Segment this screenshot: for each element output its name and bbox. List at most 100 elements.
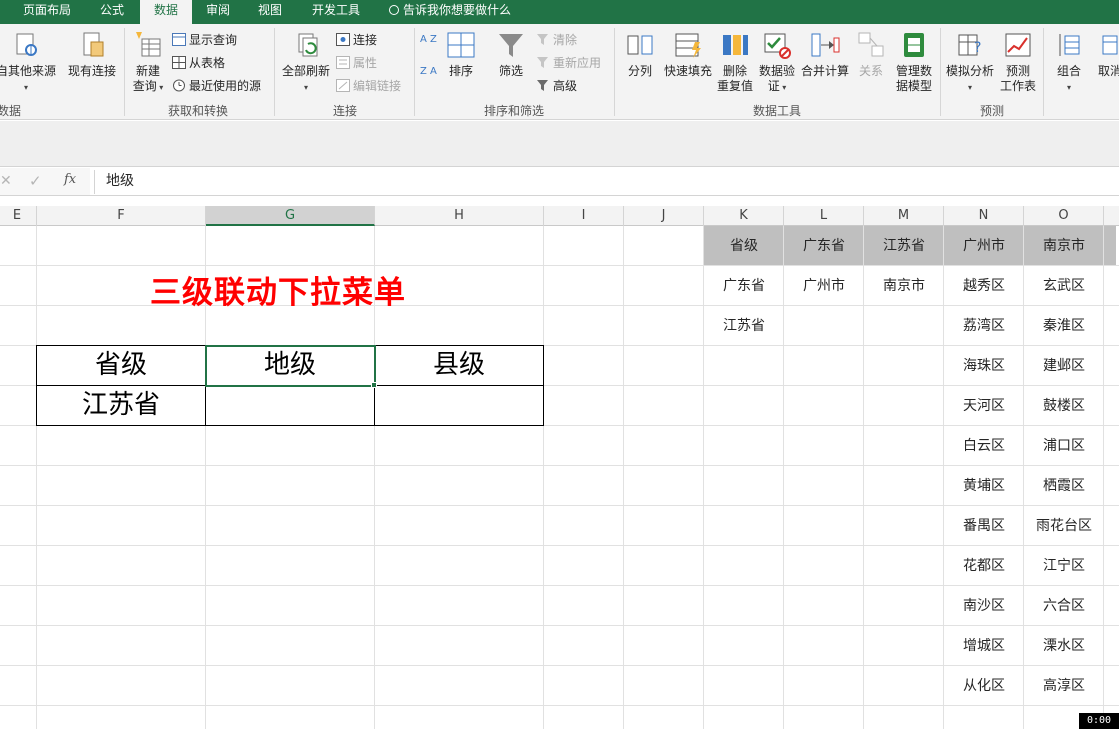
lookup-header-guangdong[interactable]: 广东省 bbox=[784, 226, 864, 266]
tab-formulas[interactable]: 公式 bbox=[86, 0, 138, 24]
from-table-button[interactable]: 从表格 bbox=[172, 55, 225, 71]
city-item[interactable]: 广州市 bbox=[784, 266, 864, 306]
district-item[interactable]: 栖霞区 bbox=[1024, 466, 1104, 506]
sort-az-icon: A Z bbox=[420, 34, 437, 45]
cell-county-header[interactable]: 县级 bbox=[375, 346, 543, 384]
province-item[interactable]: 广东省 bbox=[704, 266, 784, 306]
district-item[interactable]: 溧水区 bbox=[1024, 626, 1104, 666]
district-item[interactable]: 六合区 bbox=[1024, 586, 1104, 626]
edit-links-button[interactable]: 编辑链接 bbox=[336, 78, 401, 94]
column-header-n[interactable]: N bbox=[944, 206, 1024, 226]
column-header-o[interactable]: O bbox=[1024, 206, 1104, 226]
data-model-icon bbox=[904, 33, 924, 57]
remove-duplicates-button[interactable]: 删除 重复值 bbox=[716, 30, 754, 94]
district-item[interactable]: 越秀区 bbox=[944, 266, 1024, 306]
district-item[interactable]: 建邺区 bbox=[1024, 346, 1104, 386]
tab-developer[interactable]: 开发工具 bbox=[296, 0, 376, 24]
remove-dup-label-2: 重复值 bbox=[716, 79, 753, 93]
tab-data[interactable]: 数据 bbox=[140, 0, 192, 25]
tab-view[interactable]: 视图 bbox=[245, 0, 295, 24]
column-header-j[interactable]: J bbox=[624, 206, 704, 226]
district-item[interactable]: 荔湾区 bbox=[944, 306, 1024, 346]
district-item[interactable]: 从化区 bbox=[944, 666, 1024, 706]
column-header-h[interactable]: H bbox=[375, 206, 544, 226]
tab-page-layout[interactable]: 页面布局 bbox=[8, 0, 86, 24]
district-item[interactable]: 雨花台区 bbox=[1024, 506, 1104, 546]
properties-button[interactable]: 属性 bbox=[336, 55, 377, 71]
fill-handle[interactable] bbox=[371, 382, 377, 388]
lookup-header-guangzhou[interactable]: 广州市 bbox=[944, 226, 1024, 266]
column-header-i[interactable]: I bbox=[544, 206, 624, 226]
tab-review[interactable]: 审阅 bbox=[193, 0, 243, 24]
new-query-button[interactable]: 新建 查询 ▾ bbox=[128, 30, 168, 95]
lookup-header-jiangsu[interactable]: 江苏省 bbox=[864, 226, 944, 266]
table-icon bbox=[172, 33, 186, 46]
cell-province-value[interactable]: 江苏省 bbox=[37, 386, 205, 424]
lookup-header-province[interactable]: 省级 bbox=[704, 226, 784, 266]
tell-me-text: 告诉我你想要做什么 bbox=[403, 3, 512, 17]
advanced-filter-icon bbox=[537, 80, 548, 91]
district-item[interactable]: 天河区 bbox=[944, 386, 1024, 426]
recent-sources-button[interactable]: 最近使用的源 bbox=[172, 78, 261, 94]
data-validation-button[interactable]: 数据验证 ▾ bbox=[757, 30, 797, 95]
reapply-button[interactable]: 重新应用 bbox=[536, 55, 601, 71]
existing-connections-label: 现有连接 bbox=[67, 64, 116, 78]
group-rows-button[interactable]: 组合 ▾ bbox=[1048, 30, 1090, 95]
district-item[interactable]: 黄埔区 bbox=[944, 466, 1024, 506]
district-item[interactable]: 浦口区 bbox=[1024, 426, 1104, 466]
district-item[interactable]: 番禺区 bbox=[944, 506, 1024, 546]
district-item[interactable]: 南沙区 bbox=[944, 586, 1024, 626]
district-item[interactable]: 海珠区 bbox=[944, 346, 1024, 386]
clear-filter-button[interactable]: 清除 bbox=[536, 32, 577, 48]
district-item[interactable]: 秦淮区 bbox=[1024, 306, 1104, 346]
from-other-sources-button[interactable]: 自其他来源 ▾ bbox=[0, 30, 60, 95]
lookup-header-nanjing[interactable]: 南京市 bbox=[1024, 226, 1104, 266]
district-item[interactable]: 白云区 bbox=[944, 426, 1024, 466]
group-icon bbox=[1059, 34, 1080, 56]
forecast-chart-icon bbox=[1005, 33, 1031, 57]
column-header-e[interactable]: E bbox=[0, 206, 37, 226]
group-label-get-transform: 获取和转换 bbox=[167, 104, 228, 118]
consolidate-button[interactable]: 合并计算 bbox=[798, 30, 852, 79]
district-item[interactable]: 花都区 bbox=[944, 546, 1024, 586]
district-item[interactable]: 增城区 bbox=[944, 626, 1024, 666]
sort-descending-button[interactable]: Z A bbox=[420, 66, 437, 77]
what-if-analysis-button[interactable]: ? 模拟分析 ▾ bbox=[944, 30, 996, 95]
worksheet-grid[interactable]: 三级联动下拉菜单 省级 地级 县级 江苏省 省级 广东省 江苏省 广州市 南京市… bbox=[0, 226, 1119, 729]
properties-label: 属性 bbox=[353, 56, 378, 70]
tell-me-box[interactable]: 告诉我你想要做什么 bbox=[389, 0, 511, 24]
column-header-l[interactable]: L bbox=[784, 206, 864, 226]
ungroup-label: 取消 bbox=[1097, 64, 1119, 78]
district-item[interactable]: 江宁区 bbox=[1024, 546, 1104, 586]
formula-input[interactable]: 地级 bbox=[94, 170, 1119, 194]
district-item[interactable]: 高淳区 bbox=[1024, 666, 1104, 706]
group-label-connections: 连接 bbox=[332, 104, 357, 118]
text-to-columns-button[interactable]: 分列 bbox=[622, 30, 658, 79]
cell-province-header[interactable]: 省级 bbox=[37, 346, 205, 384]
district-item[interactable]: 鼓楼区 bbox=[1024, 386, 1104, 426]
column-header-m[interactable]: M bbox=[864, 206, 944, 226]
connections-button[interactable]: 连接 bbox=[336, 32, 377, 48]
consolidate-label: 合并计算 bbox=[800, 64, 849, 78]
province-item[interactable]: 江苏省 bbox=[704, 306, 784, 346]
column-header-f[interactable]: F bbox=[37, 206, 206, 226]
cancel-icon[interactable]: ✕ bbox=[0, 173, 12, 189]
advanced-filter-button[interactable]: 高级 bbox=[536, 78, 577, 94]
existing-connections-button[interactable]: 现有连接 bbox=[64, 30, 120, 79]
relationships-button[interactable]: 关系 bbox=[854, 30, 888, 79]
city-item[interactable]: 南京市 bbox=[864, 266, 944, 306]
column-header-k[interactable]: K bbox=[704, 206, 784, 226]
sort-ascending-button[interactable]: A Z bbox=[420, 34, 437, 45]
enter-icon[interactable]: ✓ bbox=[29, 172, 42, 190]
sort-button[interactable]: 排序 bbox=[444, 30, 478, 79]
show-queries-button[interactable]: 显示查询 bbox=[172, 32, 237, 48]
manage-data-model-button[interactable]: 管理数 据模型 bbox=[892, 30, 936, 94]
forecast-sheet-button[interactable]: 预测 工作表 bbox=[998, 30, 1038, 94]
ungroup-button[interactable]: 取消 bbox=[1090, 30, 1119, 79]
column-header-g[interactable]: G bbox=[206, 206, 375, 226]
district-item[interactable]: 玄武区 bbox=[1024, 266, 1104, 306]
flash-fill-button[interactable]: 快速填充 bbox=[660, 30, 716, 79]
insert-function-icon[interactable]: fx bbox=[64, 172, 76, 187]
filter-button[interactable]: 筛选 bbox=[494, 30, 528, 79]
refresh-all-button[interactable]: 全部刷新 ▾ bbox=[280, 30, 332, 95]
